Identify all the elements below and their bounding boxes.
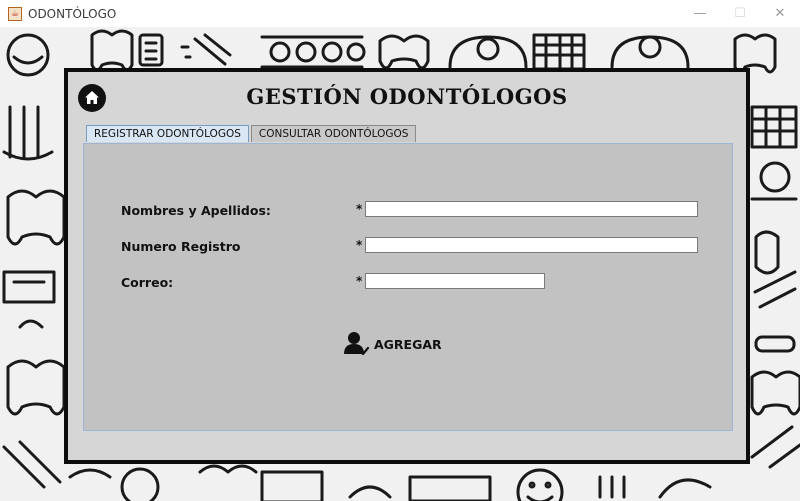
required-mark: * <box>356 202 363 216</box>
window-title: ODONTÓLOGO <box>28 6 117 21</box>
tab-consultar-odontologos[interactable]: CONSULTAR ODONTÓLOGOS <box>250 125 417 142</box>
close-button[interactable]: ✕ <box>760 0 800 27</box>
page-title: GESTIÓN ODONTÓLOGOS <box>246 84 568 109</box>
minimize-button[interactable]: — <box>680 0 720 27</box>
window-titlebar: ☕ ODONTÓLOGO — ☐ ✕ <box>0 0 800 28</box>
main-panel: GESTIÓN ODONTÓLOGOS REGISTRAR ODONTÓLOGO… <box>64 68 750 464</box>
nombres-apellidos-label: Nombres y Apellidos: <box>121 203 271 218</box>
numero-registro-input[interactable] <box>365 237 698 253</box>
registration-form-panel: Nombres y Apellidos: * Numero Registro *… <box>83 143 733 431</box>
numero-registro-label: Numero Registro <box>121 239 241 254</box>
nombres-apellidos-input[interactable] <box>365 201 698 217</box>
java-app-icon: ☕ <box>8 6 22 21</box>
tab-registrar-odontologos[interactable]: REGISTRAR ODONTÓLOGOS <box>86 125 249 142</box>
correo-input[interactable] <box>365 273 545 289</box>
add-user-icon <box>344 332 370 356</box>
required-mark: * <box>356 238 363 252</box>
required-mark: * <box>356 274 363 288</box>
agregar-button[interactable]: AGREGAR <box>342 330 442 358</box>
tab-bar: REGISTRAR ODONTÓLOGOS CONSULTAR ODONTÓLO… <box>86 125 418 142</box>
correo-label: Correo: <box>121 275 174 290</box>
agregar-label: AGREGAR <box>374 336 442 352</box>
maximize-button[interactable]: ☐ <box>720 0 760 27</box>
window-controls: — ☐ ✕ <box>680 0 800 27</box>
